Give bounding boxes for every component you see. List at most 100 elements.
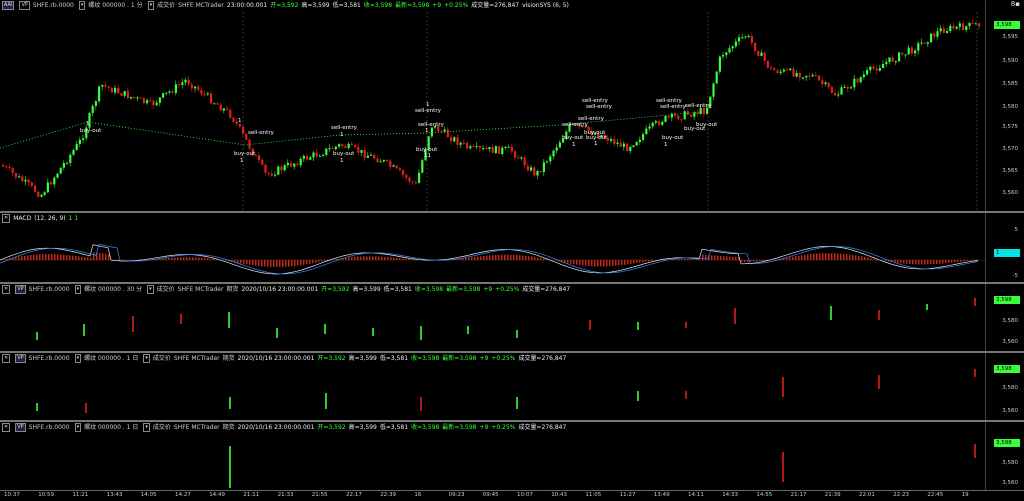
macd-hist-bar [180,257,182,260]
macd-hist-bar [33,255,35,260]
macd-hist-bar [507,255,509,260]
macd-hist-bar [654,260,656,261]
time-label: 14:05 [141,492,157,498]
macd-hist-bar [591,260,593,266]
trade-annotation: 1 [86,121,90,127]
macd-hist-bar [606,260,608,266]
candle-body [453,137,455,141]
candle-body [146,100,148,103]
macd-hist-bar [579,260,581,265]
macd-hist-bar [267,260,269,267]
macd-hist-bar [726,256,728,260]
macd-hist-bar [18,257,20,260]
candle-body [911,48,913,54]
candle-body [184,80,186,83]
time-label: 11:05 [585,492,601,498]
pane-1day-b-chart [0,422,986,490]
macd-hist-bar [363,256,365,260]
trade-annotation: sell-entry [418,122,444,128]
candle-body [389,161,391,167]
macd-hist-bar [519,255,521,260]
macd-hist-bar [885,260,887,261]
macd-hist-bar [69,255,71,260]
macd-hist-bar [45,254,47,260]
candle-body [632,145,634,146]
candle-body [172,91,174,92]
candle-body [546,161,548,162]
macd-hist-bar [105,254,107,260]
macd-hist-bar [183,257,185,260]
macd-hist-bar [279,260,281,267]
macd-hist-bar [195,257,197,260]
macd-hist-bar [375,257,377,260]
price-tick: 3,560 [1002,339,1018,345]
pane-1day-a[interactable]: ✕ VP SHFE.rb.0000 ▾ 螺纹 000000 . 1 日 ▾ 成交… [0,353,1024,420]
candle-body [338,144,340,146]
macd-hist-bar [582,260,584,265]
main-chart-pane[interactable]: AAI VP SHFE.rb.0000 ▾ 螺纹 000000 . 1 分 ▾ … [0,0,1024,211]
macd-hist-bar [741,260,743,262]
candle-body [789,69,791,70]
candle-body [44,192,46,195]
candle-body [728,48,730,52]
candle-body [351,144,353,145]
candle-body [450,137,452,141]
candle-body [837,94,839,95]
candle-body [655,121,657,123]
macd-hist-bar [360,257,362,260]
candle-body [175,84,177,93]
macd-hist-bar [57,254,59,260]
macd-hist-bar [924,260,926,264]
macd-hist-bar [867,258,869,260]
candle-body [466,143,468,148]
macd-hist-bar [732,257,734,260]
macd-hist-bar [825,253,827,260]
candle-body [354,145,356,147]
macd-hist-bar [405,259,407,260]
time-label: 14:55 [756,492,772,498]
candle-body [648,126,650,128]
macd-hist-bar [690,259,692,260]
candle-body [613,139,615,144]
macd-hist-bar [504,255,506,260]
candle-body [661,122,663,125]
macd-hist-bar [675,259,677,260]
pane-30min[interactable]: ✕ VP SHFE.rb.0000 ▾ 螺纹 000000 . 30 分 ▾ 成… [0,284,1024,351]
macd-hist-bar [615,260,617,266]
candle-body [210,93,212,103]
candle-body [191,84,193,88]
macd-hist-bar [51,254,53,260]
macd-chart [0,213,986,282]
candle-body [917,43,919,50]
candle-body [277,166,279,174]
candlestick-chart[interactable] [0,0,986,211]
macd-hist-bar [486,256,488,260]
macd-hist-bar [744,260,746,262]
macd-pane[interactable]: ✕ MACD (12, 26, 9) 1 1 5 1 -5 1 [0,213,1024,282]
time-label: 13:43 [107,492,123,498]
candle-body [104,85,106,86]
macd-hist-bar [909,260,911,264]
macd-hist-bar [528,256,530,260]
candle-body [658,121,660,125]
candle-body [312,152,314,157]
macd-hist-bar [27,255,29,260]
candle-body [808,76,810,77]
macd-hist-bar [903,260,905,264]
candle-body [268,173,270,174]
candle-body [812,75,814,76]
macd-hist-bar [345,258,347,260]
candle-body [757,51,759,56]
pane-1day-b[interactable]: ✕ VP SHFE.rb.0000 ▾ 螺纹 000000 . 1 日 ▾ 成交… [0,422,1024,490]
candle-body [309,157,311,159]
trade-annotation: 1 [572,142,576,148]
time-label: 21:33 [278,492,294,498]
candle-body [936,31,938,36]
candle-body [415,182,417,183]
time-axis[interactable]: 10:3710:5911:2113:4314:0514:2714:4921:11… [0,490,1024,501]
macd-hist-bar [483,256,485,260]
candle-body [549,156,551,161]
candle-body [408,178,410,182]
candle-body [786,69,788,70]
candle-body [924,42,926,43]
